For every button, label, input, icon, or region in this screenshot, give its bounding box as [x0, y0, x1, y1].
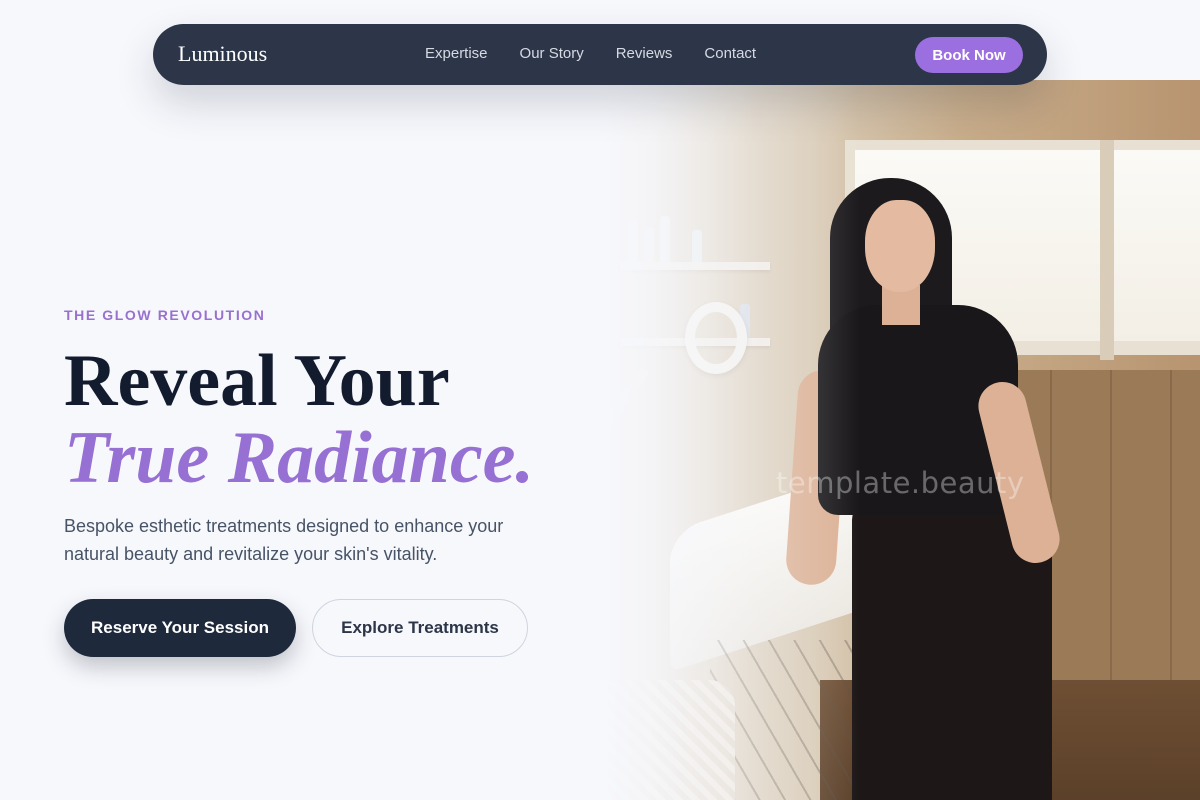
reserve-session-button[interactable]: Reserve Your Session [64, 599, 296, 657]
hero-headline: Reveal Your True Radiance. [64, 340, 535, 499]
nav-link-reviews[interactable]: Reviews [616, 45, 673, 62]
hero-subtitle: Bespoke esthetic treatments designed to … [64, 516, 504, 564]
headline-line-2: True Radiance. [64, 417, 535, 499]
photo-fade-overlay [600, 80, 860, 800]
hero-eyebrow: THE GLOW REVOLUTION [64, 307, 266, 323]
nav-link-contact[interactable]: Contact [704, 45, 756, 62]
explore-treatments-button[interactable]: Explore Treatments [312, 599, 528, 657]
image-watermark: template.beauty [776, 466, 1025, 500]
hero-image [600, 80, 1200, 800]
nav-link-our-story[interactable]: Our Story [520, 45, 584, 62]
nav-links: Expertise Our Story Reviews Contact [425, 45, 756, 62]
brand-logo[interactable]: Luminous [178, 41, 267, 67]
navbar: Luminous Expertise Our Story Reviews Con… [153, 24, 1047, 85]
headline-line-1: Reveal Your [64, 340, 450, 422]
photo-face [865, 200, 935, 292]
book-now-button[interactable]: Book Now [915, 37, 1023, 73]
nav-link-expertise[interactable]: Expertise [425, 45, 488, 62]
photo-window-frame [1100, 140, 1114, 360]
